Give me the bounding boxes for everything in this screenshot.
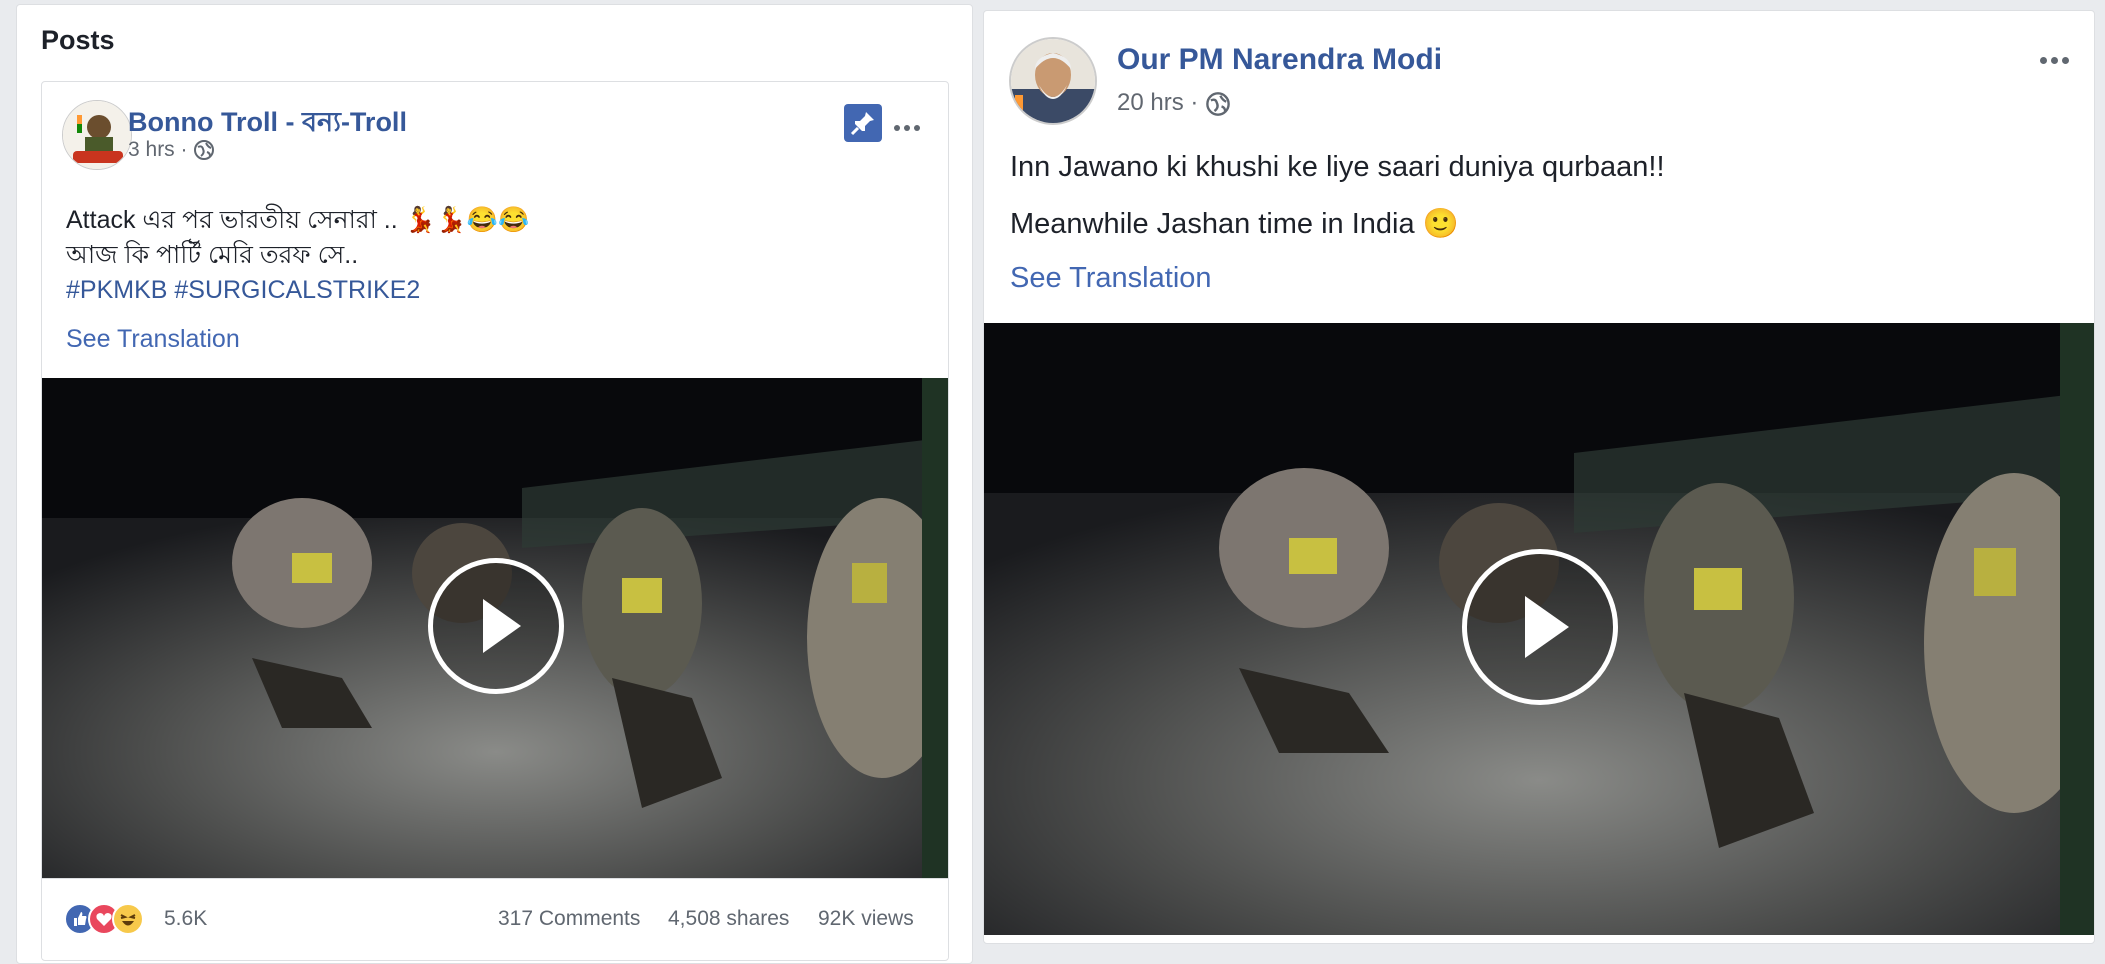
page-avatar[interactable] [1009, 37, 1097, 125]
see-translation-link[interactable]: See Translation [66, 325, 240, 354]
video-player[interactable] [984, 323, 2094, 935]
see-translation-link[interactable]: See Translation [1010, 262, 1212, 295]
post-meta: 20 hrs · [1117, 89, 1231, 117]
section-title: Posts [41, 25, 115, 55]
haha-reaction-icon [112, 903, 144, 935]
video-player[interactable] [42, 378, 948, 878]
comments-count[interactable]: 317 Comments [498, 907, 640, 931]
play-icon[interactable] [428, 558, 564, 694]
globe-icon [1206, 91, 1230, 116]
reactions-summary[interactable] [64, 903, 160, 937]
pin-icon[interactable] [844, 104, 882, 142]
more-options-icon[interactable] [2040, 51, 2073, 69]
reaction-count[interactable]: 5.6K [164, 907, 207, 931]
post-time[interactable]: 3 hrs · [128, 138, 188, 161]
page-name-link[interactable]: Our PM Narendra Modi [1117, 43, 1442, 77]
globe-icon [194, 140, 215, 161]
post-text-line: Inn Jawano ki khushi ke liye saari duniy… [1010, 151, 1665, 183]
page-avatar[interactable] [62, 100, 132, 170]
shares-count[interactable]: 4,508 shares [668, 907, 789, 931]
post-card: Bonno Troll - বন্য-Troll 3 hrs · Attack … [41, 81, 949, 961]
post-card: Our PM Narendra Modi 20 hrs · Inn Jawano… [983, 10, 2095, 944]
post-meta: 3 hrs · [128, 138, 215, 162]
more-options-icon[interactable] [894, 118, 924, 136]
play-icon[interactable] [1462, 549, 1618, 705]
hashtags-link[interactable]: #PKMKB #SURGICALSTRIKE2 [66, 276, 420, 305]
posts-section: Posts Bonno Troll - বন্য-Troll 3 hrs · A… [16, 4, 973, 964]
post-text-line: আজ কি পার্টি মেরি তরফ সে.. [66, 241, 359, 269]
post-text-line: Meanwhile Jashan time in India 🙂 [1010, 208, 1459, 240]
views-count: 92K views [818, 907, 914, 930]
post-footer: 5.6K 317 Comments 4,508 shares 92K views [42, 878, 948, 959]
post-time[interactable]: 20 hrs · [1117, 89, 1198, 116]
